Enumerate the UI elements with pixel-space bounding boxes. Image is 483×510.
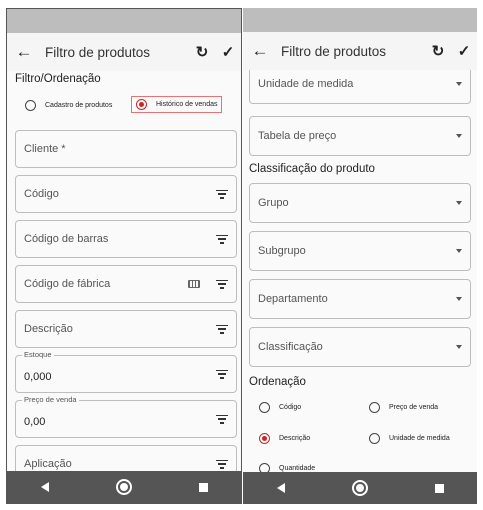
right-screen: ← Filtro de produtos ↻ ✓ Unidade de medi… — [243, 8, 477, 504]
codigo-barras-field[interactable]: Código de barras — [15, 220, 237, 258]
nav-back-icon[interactable] — [40, 482, 49, 492]
codigo-fabrica-field[interactable]: Código de fábrica — [15, 265, 237, 303]
field-label: Descrição — [24, 323, 73, 335]
back-arrow-icon[interactable]: ← — [7, 42, 41, 62]
filter-icon[interactable] — [216, 369, 228, 379]
field-label: Classificação — [258, 341, 323, 353]
navigation-bar — [243, 472, 477, 504]
radio-selected-icon — [136, 99, 147, 110]
field-label: Unidade de medida — [258, 78, 354, 90]
left-screen: ← Filtro de produtos ↻ ✓ Filtro/Ordenaçã… — [6, 8, 242, 504]
filter-icon[interactable] — [216, 279, 228, 289]
floating-label: Preço de venda — [22, 395, 79, 404]
dropdown-caret-icon — [456, 249, 462, 253]
filter-icon[interactable] — [216, 459, 228, 469]
navigation-bar — [7, 471, 241, 503]
radio-ord-codigo[interactable]: Código — [259, 402, 301, 413]
page-title: Filtro de produtos — [45, 44, 151, 60]
filter-icon[interactable] — [216, 189, 228, 199]
app-bar: ← Filtro de produtos ↻ ✓ — [243, 32, 477, 70]
field-label: Código de fábrica — [24, 278, 111, 290]
field-label: Departamento — [258, 293, 328, 305]
radio-cadastro-produtos[interactable]: Cadastro de produtos — [25, 100, 112, 111]
departamento-select[interactable]: Departamento — [249, 279, 471, 319]
filter-icon[interactable] — [216, 234, 228, 244]
radio-circle-icon — [25, 100, 36, 111]
aplicacao-field[interactable]: Aplicação — [15, 445, 237, 471]
nav-back-icon[interactable] — [276, 483, 285, 493]
radio-historico-vendas[interactable]: Histórico de vendas — [131, 96, 223, 113]
preco-venda-field[interactable]: Preço de venda 0,00 — [15, 395, 237, 438]
grupo-select[interactable]: Grupo — [249, 183, 471, 223]
radio-circle-icon — [369, 433, 380, 444]
dropdown-caret-icon — [456, 345, 462, 349]
radio-label: Unidade de medida — [389, 435, 450, 442]
unidade-medida-select[interactable]: Unidade de medida — [249, 70, 471, 104]
radio-label: Cadastro de produtos — [45, 102, 113, 109]
field-label: Código — [24, 188, 59, 200]
field-label: Subgrupo — [258, 245, 306, 257]
keyboard-icon[interactable] — [188, 280, 200, 288]
field-value: 0,000 — [24, 371, 52, 383]
page-title: Filtro de produtos — [281, 43, 387, 59]
codigo-field[interactable]: Código — [15, 175, 237, 213]
radio-label: Histórico de vendas — [156, 101, 218, 108]
field-value: 0,00 — [24, 416, 46, 428]
nav-recent-icon[interactable] — [198, 482, 208, 492]
section-title-ordenacao: Ordenação — [249, 376, 306, 388]
radio-label: Descrição — [279, 435, 311, 442]
cliente-field[interactable]: Cliente * — [15, 130, 237, 168]
estoque-field[interactable]: Estoque 0,000 — [15, 350, 237, 393]
field-label: Código de barras — [24, 233, 109, 245]
filter-icon[interactable] — [216, 324, 228, 334]
radio-ord-quantidade[interactable]: Quantidade — [259, 463, 315, 472]
app-bar: ← Filtro de produtos ↻ ✓ — [7, 33, 241, 71]
status-bar — [243, 8, 477, 32]
radio-circle-icon — [259, 463, 270, 472]
radio-circle-icon — [369, 402, 380, 413]
descricao-field[interactable]: Descrição — [15, 310, 237, 348]
floating-label: Estoque — [22, 350, 54, 359]
tabela-preco-select[interactable]: Tabela de preço — [249, 116, 471, 156]
classificacao-select[interactable]: Classificação — [249, 327, 471, 367]
field-label: Aplicação — [24, 458, 72, 470]
check-icon[interactable]: ✓ — [215, 43, 241, 61]
field-label: Grupo — [258, 197, 289, 209]
nav-home-icon[interactable] — [351, 480, 368, 496]
filter-form: Unidade de medida Tabela de preço Classi… — [243, 70, 477, 472]
radio-circle-icon — [259, 402, 270, 413]
filter-form: Filtro/Ordenação Cadastro de produtos Hi… — [7, 71, 241, 471]
filter-icon[interactable] — [216, 414, 228, 424]
check-icon[interactable]: ✓ — [451, 42, 477, 60]
subgrupo-select[interactable]: Subgrupo — [249, 231, 471, 271]
section-title-classificacao: Classificação do produto — [249, 163, 375, 175]
radio-ord-descricao[interactable]: Descrição — [259, 433, 310, 444]
radio-ord-preco-venda[interactable]: Preço de venda — [369, 402, 438, 413]
radio-selected-icon — [259, 433, 270, 444]
radio-label: Quantidade — [279, 465, 316, 472]
dropdown-caret-icon — [456, 134, 462, 138]
dropdown-caret-icon — [456, 82, 462, 86]
radio-label: Código — [279, 404, 302, 411]
dropdown-caret-icon — [456, 297, 462, 301]
field-label: Tabela de preço — [258, 130, 337, 142]
refresh-icon[interactable]: ↻ — [425, 42, 451, 60]
dropdown-caret-icon — [456, 201, 462, 205]
field-label: Cliente * — [24, 143, 66, 155]
refresh-icon[interactable]: ↻ — [189, 43, 215, 61]
nav-recent-icon[interactable] — [434, 483, 444, 493]
radio-label: Preço de venda — [389, 404, 439, 411]
section-title-filtro: Filtro/Ordenação — [15, 73, 101, 85]
status-bar — [7, 9, 241, 33]
radio-ord-unidade-medida[interactable]: Unidade de medida — [369, 433, 450, 444]
nav-home-icon[interactable] — [115, 479, 132, 495]
back-arrow-icon[interactable]: ← — [243, 41, 277, 61]
